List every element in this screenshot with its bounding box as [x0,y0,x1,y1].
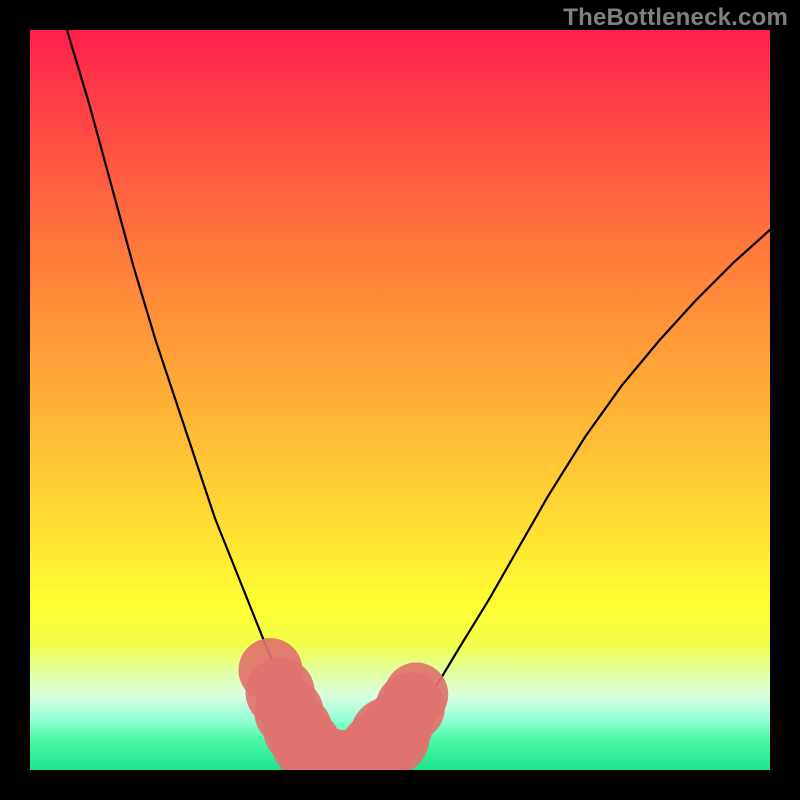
data-points [239,638,449,770]
bottleneck-curve [67,30,770,767]
plot-overlay [30,30,770,770]
chart-frame: TheBottleneck.com [0,0,800,800]
watermark: TheBottleneck.com [563,4,788,32]
plot-area [30,30,770,770]
data-point [384,663,448,727]
